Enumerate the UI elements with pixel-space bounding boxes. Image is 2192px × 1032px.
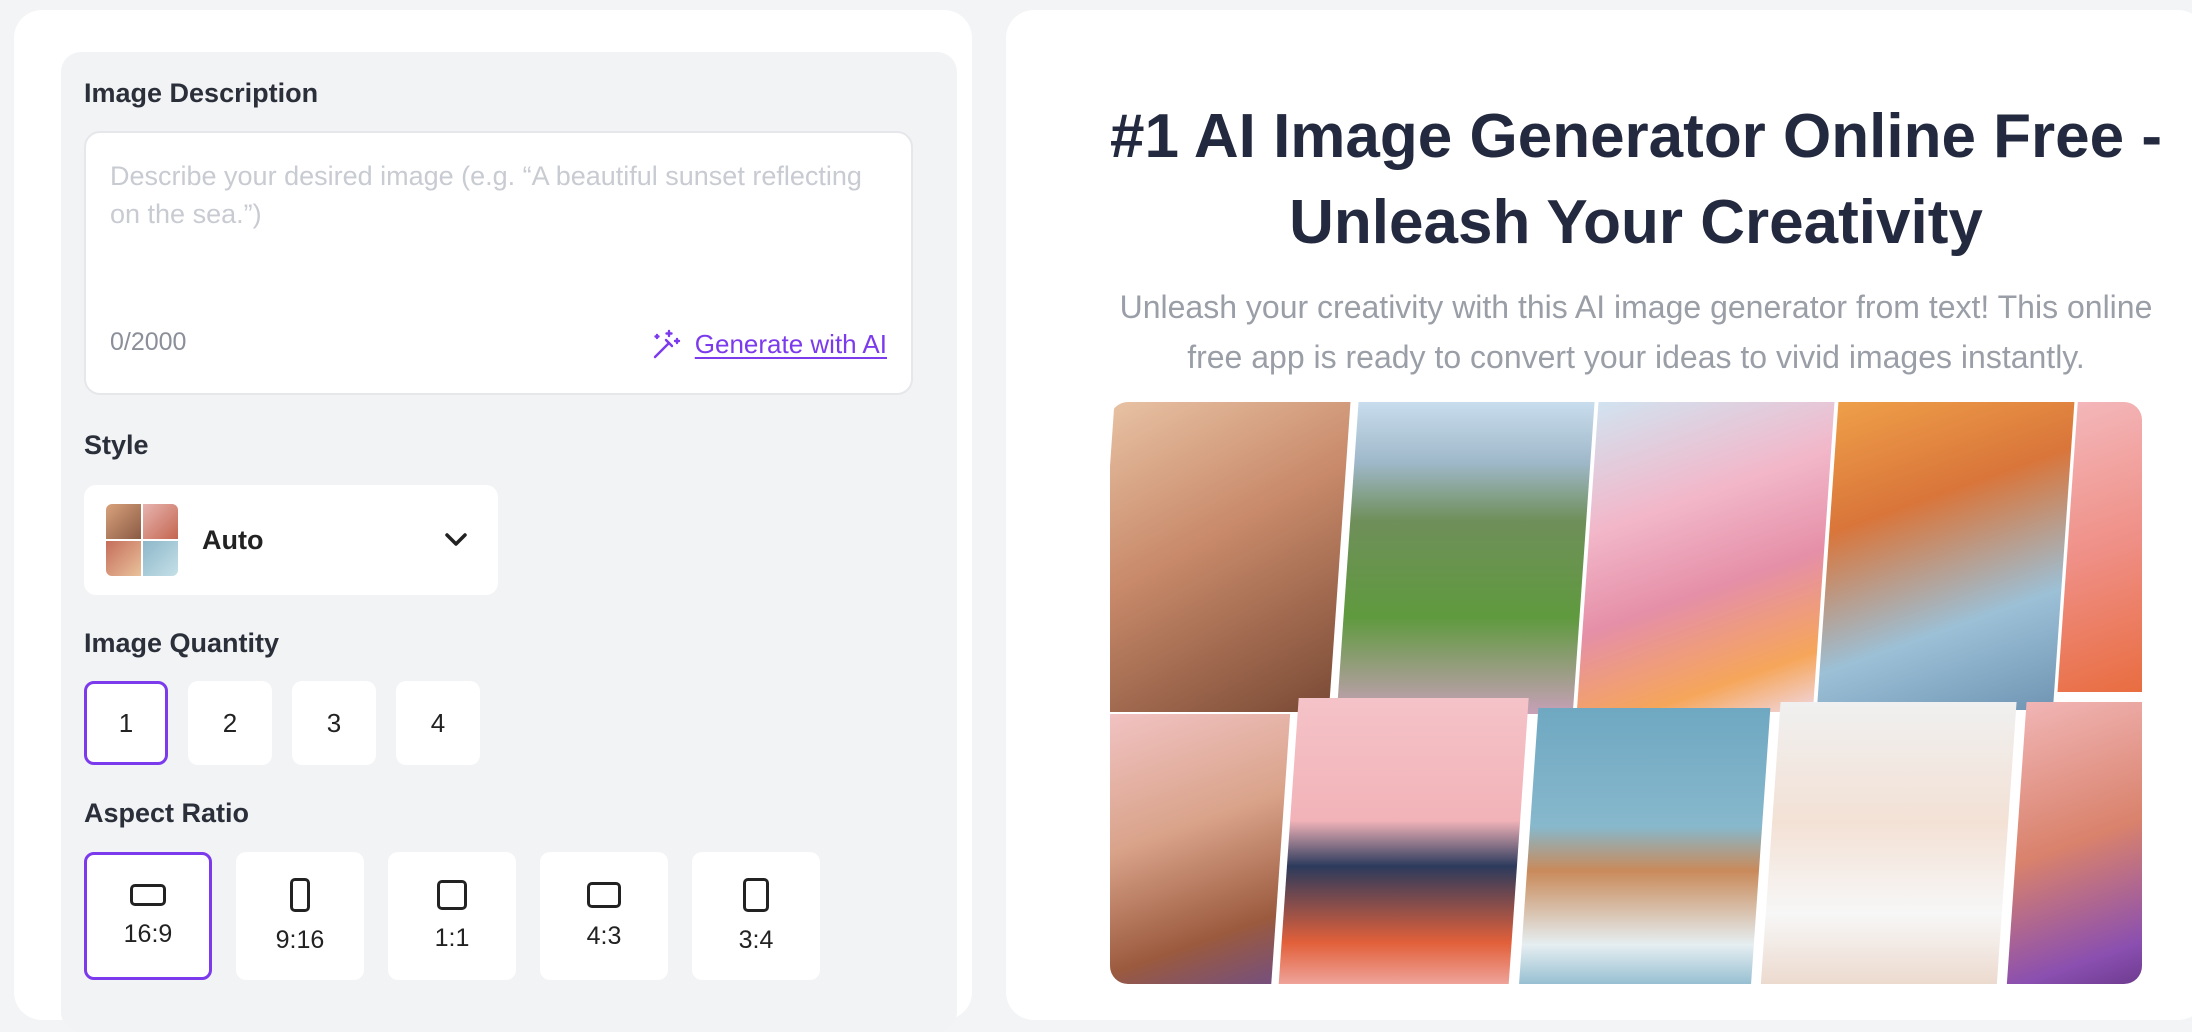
aspect-ratio-9-16[interactable]: 9:16 (236, 852, 364, 980)
quantity-option-3[interactable]: 3 (292, 681, 376, 765)
quantity-option-1[interactable]: 1 (84, 681, 168, 765)
style-label: Style (84, 430, 149, 460)
hero-card: #1 AI Image Generator Online Free - Unle… (1006, 10, 2192, 1020)
square-ratio-icon (437, 879, 467, 910)
aspect-ratio-4-3[interactable]: 4:3 (540, 852, 668, 980)
magic-wand-icon (653, 329, 680, 359)
sample-image-fantasy-building (1576, 402, 1836, 712)
style-thumbnail (106, 504, 178, 576)
generator-form: Image Description Describe your desired … (61, 52, 957, 1032)
aspect-ratio-1-1[interactable]: 1:1 (388, 852, 516, 980)
sample-image-baby (1759, 702, 2017, 984)
aspect-ratio-16-9[interactable]: 16:9 (84, 852, 212, 980)
image-quantity-label: Image Quantity (84, 628, 280, 658)
sample-image-woman-purple (2005, 702, 2142, 984)
chevron-down-icon (445, 533, 467, 546)
sample-image-woman-blue-sky (1517, 708, 1771, 984)
style-dropdown[interactable]: Auto (84, 485, 498, 595)
aspect-ratio-label-1-1: 1:1 (434, 923, 470, 952)
image-description-textarea[interactable]: Describe your desired image (e.g. “A bea… (84, 131, 913, 395)
sample-image-smiling-redhead (1816, 402, 2076, 710)
page-subtitle: Unleash your creativity with this AI ima… (1119, 289, 2153, 375)
aspect-ratio-label-4-3: 4:3 (586, 921, 622, 950)
aspect-ratio-label-16-9: 16:9 (123, 919, 173, 948)
char-count: 0/2000 (110, 328, 187, 356)
aspect-ratio-label-9-16: 9:16 (275, 925, 325, 954)
sample-image-portrait-woman (1110, 402, 1352, 712)
image-description-label: Image Description (84, 78, 319, 108)
aspect-ratio-options: 16:9 9:16 1:1 4:3 3:4 (84, 852, 820, 980)
quantity-option-2[interactable]: 2 (188, 681, 272, 765)
sample-image-gallery (1110, 402, 2142, 984)
landscape-4-3-ratio-icon (587, 881, 621, 908)
settings-card: Image Description Describe your desired … (14, 10, 972, 1032)
description-placeholder: Describe your desired image (e.g. “A bea… (110, 161, 862, 229)
aspect-ratio-label: Aspect Ratio (84, 798, 250, 828)
landscape-ratio-icon (130, 883, 166, 906)
generate-with-ai-button[interactable]: Generate with AI (647, 327, 887, 361)
portrait-ratio-icon (290, 877, 310, 912)
aspect-ratio-3-4[interactable]: 3:4 (692, 852, 820, 980)
sample-image-mountain-meadow (1336, 402, 1596, 714)
sample-image-anime-girl (1277, 698, 1529, 984)
portrait-3-4-ratio-icon (743, 877, 769, 912)
aspect-ratio-label-3-4: 3:4 (738, 925, 774, 954)
quantity-options: 1 2 3 4 (84, 681, 480, 765)
quantity-option-4[interactable]: 4 (396, 681, 480, 765)
sample-image-couple (1110, 714, 1291, 984)
page-title: #1 AI Image Generator Online Free - Unle… (1109, 102, 2163, 257)
style-selected-value: Auto (202, 524, 264, 555)
generate-with-ai-label: Generate with AI (694, 328, 887, 359)
